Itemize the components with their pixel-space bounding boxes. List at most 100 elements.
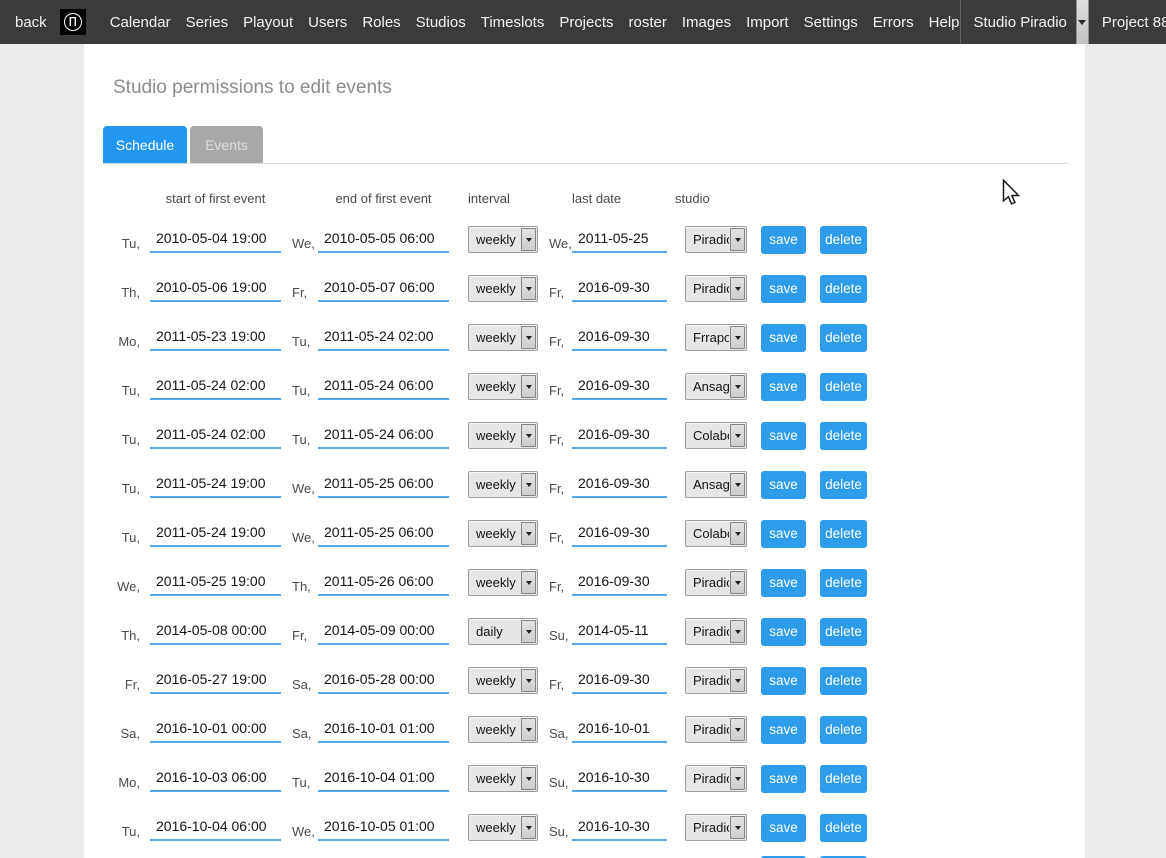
start-datetime-input[interactable] xyxy=(150,471,281,498)
project-selector-value[interactable]: Project 88vier xyxy=(1089,0,1166,44)
chevron-down-icon[interactable] xyxy=(521,620,536,643)
chevron-down-icon[interactable] xyxy=(730,718,745,741)
delete-button[interactable]: delete xyxy=(820,814,867,842)
chevron-down-icon[interactable] xyxy=(521,473,536,496)
chevron-down-icon[interactable] xyxy=(521,718,536,741)
start-datetime-input[interactable] xyxy=(150,765,281,792)
studio-select[interactable]: Ansage xyxy=(685,471,747,498)
chevron-down-icon[interactable] xyxy=(521,277,536,300)
studio-selector-value[interactable]: Studio Piradio xyxy=(961,0,1076,44)
chevron-down-icon[interactable] xyxy=(730,669,745,692)
end-datetime-input[interactable] xyxy=(318,814,449,841)
nav-item-images[interactable]: Images xyxy=(682,14,731,31)
tab-schedule[interactable]: Schedule xyxy=(103,126,187,163)
last-date-input[interactable] xyxy=(572,618,667,645)
end-datetime-input[interactable] xyxy=(318,765,449,792)
save-button[interactable]: save xyxy=(761,471,806,499)
start-datetime-input[interactable] xyxy=(150,422,281,449)
last-date-input[interactable] xyxy=(572,324,667,351)
last-date-input[interactable] xyxy=(572,667,667,694)
chevron-down-icon[interactable] xyxy=(521,228,536,251)
interval-select[interactable]: weekly xyxy=(468,373,538,400)
nav-item-roster[interactable]: roster xyxy=(629,14,667,31)
nav-item-projects[interactable]: Projects xyxy=(559,14,613,31)
chevron-down-icon[interactable] xyxy=(730,522,745,545)
nav-item-timeslots[interactable]: Timeslots xyxy=(481,14,545,31)
last-date-input[interactable] xyxy=(572,422,667,449)
end-datetime-input[interactable] xyxy=(318,667,449,694)
chevron-down-icon[interactable] xyxy=(730,767,745,790)
studio-select[interactable]: Piradio xyxy=(685,716,747,743)
end-datetime-input[interactable] xyxy=(318,520,449,547)
studio-select[interactable]: Colabo xyxy=(685,422,747,449)
save-button[interactable]: save xyxy=(761,765,806,793)
delete-button[interactable]: delete xyxy=(820,324,867,352)
delete-button[interactable]: delete xyxy=(820,226,867,254)
start-datetime-input[interactable] xyxy=(150,275,281,302)
last-date-input[interactable] xyxy=(572,275,667,302)
end-datetime-input[interactable] xyxy=(318,569,449,596)
save-button[interactable]: save xyxy=(761,226,806,254)
delete-button[interactable]: delete xyxy=(820,765,867,793)
pi-radio-logo-icon[interactable]: ∏ xyxy=(60,9,86,35)
nav-item-studios[interactable]: Studios xyxy=(416,14,466,31)
chevron-down-icon[interactable] xyxy=(730,375,745,398)
nav-item-help[interactable]: Help xyxy=(929,14,960,31)
nav-item-playout[interactable]: Playout xyxy=(243,14,293,31)
chevron-down-icon[interactable] xyxy=(521,326,536,349)
end-datetime-input[interactable] xyxy=(318,422,449,449)
chevron-down-icon[interactable] xyxy=(730,326,745,349)
start-datetime-input[interactable] xyxy=(150,667,281,694)
delete-button[interactable]: delete xyxy=(820,569,867,597)
chevron-down-icon[interactable] xyxy=(730,816,745,839)
project-selector[interactable]: Project 88vier xyxy=(1089,0,1166,44)
delete-button[interactable]: delete xyxy=(820,618,867,646)
interval-select[interactable]: weekly xyxy=(468,716,538,743)
start-datetime-input[interactable] xyxy=(150,569,281,596)
save-button[interactable]: save xyxy=(761,373,806,401)
last-date-input[interactable] xyxy=(572,814,667,841)
studio-select[interactable]: Piradio xyxy=(685,814,747,841)
interval-select[interactable]: weekly xyxy=(468,569,538,596)
studio-select[interactable]: Piradio xyxy=(685,226,747,253)
interval-select[interactable]: weekly xyxy=(468,324,538,351)
start-datetime-input[interactable] xyxy=(150,814,281,841)
studio-select[interactable]: Piradio xyxy=(685,275,747,302)
last-date-input[interactable] xyxy=(572,520,667,547)
interval-select[interactable]: daily xyxy=(468,618,538,645)
chevron-down-icon[interactable] xyxy=(730,473,745,496)
studio-select[interactable]: Frrapo xyxy=(685,324,747,351)
end-datetime-input[interactable] xyxy=(318,716,449,743)
delete-button[interactable]: delete xyxy=(820,275,867,303)
last-date-input[interactable] xyxy=(572,716,667,743)
end-datetime-input[interactable] xyxy=(318,618,449,645)
chevron-down-icon[interactable] xyxy=(730,277,745,300)
nav-item-settings[interactable]: Settings xyxy=(804,14,858,31)
interval-select[interactable]: weekly xyxy=(468,667,538,694)
save-button[interactable]: save xyxy=(761,667,806,695)
start-datetime-input[interactable] xyxy=(150,373,281,400)
end-datetime-input[interactable] xyxy=(318,471,449,498)
interval-select[interactable]: weekly xyxy=(468,520,538,547)
chevron-down-icon[interactable] xyxy=(1076,0,1089,44)
nav-item-errors[interactable]: Errors xyxy=(873,14,914,31)
studio-selector[interactable]: Studio Piradio xyxy=(960,0,1089,44)
delete-button[interactable]: delete xyxy=(820,373,867,401)
chevron-down-icon[interactable] xyxy=(730,228,745,251)
save-button[interactable]: save xyxy=(761,814,806,842)
nav-item-calendar[interactable]: Calendar xyxy=(110,14,171,31)
nav-item-users[interactable]: Users xyxy=(308,14,347,31)
start-datetime-input[interactable] xyxy=(150,226,281,253)
interval-select[interactable]: weekly xyxy=(468,226,538,253)
chevron-down-icon[interactable] xyxy=(521,669,536,692)
chevron-down-icon[interactable] xyxy=(521,816,536,839)
chevron-down-icon[interactable] xyxy=(521,375,536,398)
delete-button[interactable]: delete xyxy=(820,667,867,695)
tab-events[interactable]: Events xyxy=(190,126,263,163)
end-datetime-input[interactable] xyxy=(318,373,449,400)
studio-select[interactable]: Piradio xyxy=(685,765,747,792)
chevron-down-icon[interactable] xyxy=(521,767,536,790)
save-button[interactable]: save xyxy=(761,618,806,646)
last-date-input[interactable] xyxy=(572,569,667,596)
chevron-down-icon[interactable] xyxy=(730,424,745,447)
